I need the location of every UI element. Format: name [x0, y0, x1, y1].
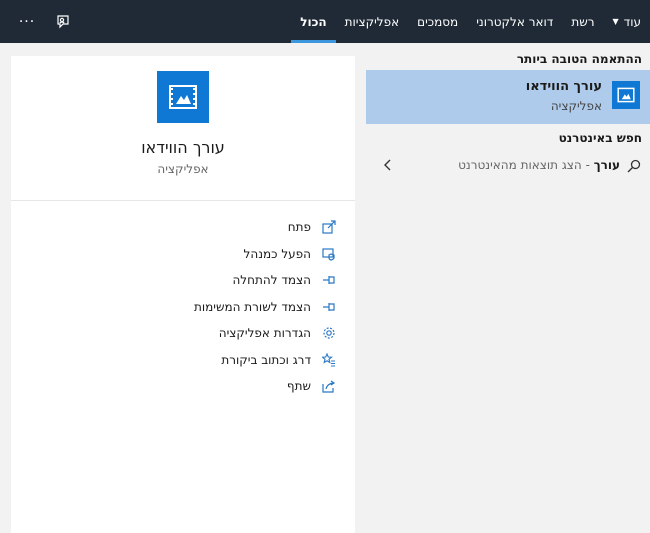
- rate-review-icon: [321, 352, 337, 368]
- web-search-heading: חפש באינטרנט: [558, 131, 642, 145]
- tab-web[interactable]: רשת: [562, 0, 603, 43]
- pin-taskbar-icon: [321, 299, 337, 315]
- tab-more[interactable]: עוד ▼: [604, 0, 650, 43]
- tab-all[interactable]: הכול: [291, 0, 337, 43]
- video-editor-icon: [157, 71, 209, 123]
- action-label: שתף: [286, 379, 311, 394]
- action-pin-start[interactable]: הצמד להתחלה: [194, 267, 337, 294]
- action-label: הגדרות אפליקציה: [218, 326, 311, 341]
- app-preview-panel: עורך הווידאו אפליקציה פתח הפעל כמנהל הצמ…: [11, 56, 355, 533]
- action-label: הצמד להתחלה: [232, 273, 311, 288]
- action-run-as-admin[interactable]: הפעל כמנהל: [194, 241, 337, 268]
- run-as-admin-icon: [321, 246, 337, 262]
- action-label: פתח: [287, 220, 311, 235]
- search-icon: [626, 158, 642, 174]
- settings-icon: [321, 325, 337, 341]
- divider: [11, 200, 355, 201]
- action-app-settings[interactable]: הגדרות אפליקציה: [194, 320, 337, 347]
- chevron-left-icon[interactable]: [380, 157, 396, 173]
- tab-label: עוד: [623, 14, 641, 29]
- pin-start-icon: [321, 272, 337, 288]
- web-search-text: עורך - הצג תוצאות מהאינטרנט: [458, 158, 620, 172]
- app-type: אפליקציה: [157, 162, 209, 176]
- action-label: הצמד לשורת המשימות: [193, 299, 311, 314]
- best-match-heading: ההתאמה הטובה ביותר: [516, 52, 642, 66]
- share-icon: [321, 378, 337, 394]
- action-list: פתח הפעל כמנהל הצמד להתחלה הצמד לשורת המ…: [194, 214, 337, 400]
- action-pin-taskbar[interactable]: הצמד לשורת המשימות: [194, 294, 337, 321]
- result-type: אפליקציה: [550, 99, 602, 113]
- web-hint: - הצג תוצאות מהאינטרנט: [458, 158, 594, 172]
- feedback-icon[interactable]: [52, 11, 74, 33]
- tab-label: אפליקציות: [344, 14, 400, 29]
- ellipsis-icon[interactable]: ···: [16, 11, 38, 33]
- tab-documents[interactable]: מסמכים: [408, 0, 467, 43]
- result-title: עורך הווידאו: [525, 79, 602, 94]
- video-editor-icon: [612, 81, 640, 109]
- action-open[interactable]: פתח: [194, 214, 337, 241]
- action-label: דרג וכתוב ביקורת: [221, 352, 311, 367]
- action-label: הפעל כמנהל: [243, 246, 311, 261]
- tab-label: הכול: [300, 14, 327, 29]
- open-icon: [321, 219, 337, 235]
- app-title: עורך הווידאו: [141, 138, 225, 157]
- tab-label: דואר אלקטרוני: [476, 14, 554, 29]
- action-rate-review[interactable]: דרג וכתוב ביקורת: [194, 347, 337, 374]
- top-bar: הכול אפליקציות מסמכים דואר אלקטרוני רשת …: [0, 0, 650, 43]
- best-match-result[interactable]: עורך הווידאו אפליקציה: [366, 70, 650, 124]
- tab-label: מסמכים: [417, 14, 459, 29]
- caret-down-icon: ▼: [612, 17, 619, 26]
- tab-apps[interactable]: אפליקציות: [336, 0, 409, 43]
- web-query: עורך: [593, 158, 620, 172]
- scope-tabs: הכול אפליקציות מסמכים דואר אלקטרוני רשת …: [291, 0, 650, 43]
- action-share[interactable]: שתף: [194, 373, 337, 400]
- tab-label: רשת: [571, 14, 595, 29]
- web-search-result[interactable]: עורך - הצג תוצאות מהאינטרנט: [366, 151, 650, 181]
- tab-email[interactable]: דואר אלקטרוני: [467, 0, 562, 43]
